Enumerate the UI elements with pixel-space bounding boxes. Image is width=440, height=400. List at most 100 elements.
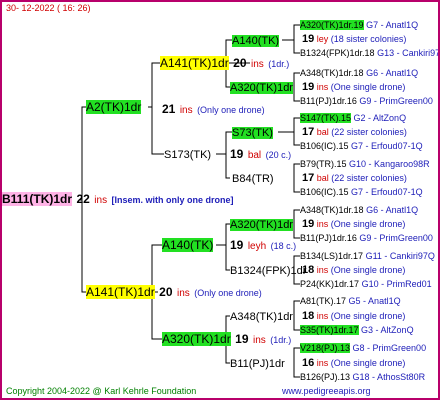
- gen4-row[interactable]: S147(TK).15 G2 - AltZonQ: [300, 111, 406, 125]
- gen4-detail-ins: bal: [316, 127, 329, 137]
- gen4-row[interactable]: A348(TK)1dr.18 G6 - Anatl1Q: [300, 203, 418, 217]
- gen1-lower-note: (Only one drone): [194, 288, 262, 298]
- gen4-row[interactable]: S35(TK)1dr.17 G3 - AltZonQ: [300, 323, 414, 337]
- gen4-row[interactable]: A81(TK).17 G5 - Anatl1Q: [300, 294, 401, 308]
- gen3-d1-node[interactable]: A320(TK)1dr: [230, 217, 293, 232]
- gen4-row[interactable]: B1324(FPK)1dr.18 G13 - Cankiri97Q: [300, 46, 440, 60]
- gen4-detail-row: 19 ins (One single drone): [302, 80, 405, 94]
- gen4-detail-row: 18 ins (One single drone): [302, 309, 405, 323]
- gen4-detail-note: (One single drone): [330, 219, 406, 229]
- gen4-row[interactable]: P24(KK)1dr.17 G10 - PrimRed01: [300, 277, 432, 291]
- copyright-text: Copyright 2004-2022 @ Karl Kehrle Founda…: [6, 386, 197, 396]
- gen4-name: B106(IC).15: [300, 141, 349, 151]
- gen4-detail-ins: ins: [316, 219, 329, 229]
- gen4-name: S147(TK).15: [300, 113, 352, 123]
- gen3-c1-name: S73(TK): [232, 127, 273, 139]
- gen2-d-number: 19: [230, 238, 244, 252]
- gen4-row[interactable]: A320(TK)1dr.19 G7 - Anatl1Q: [300, 18, 418, 32]
- gen4-row[interactable]: B106(IC).15 G7 - Erfoud07-1Q: [300, 139, 423, 153]
- root-queen-ins: ins: [94, 195, 108, 206]
- gen4-detail-note: (22 sister colonies): [331, 127, 407, 137]
- root-queen-name: B111(TK)1dr: [2, 192, 73, 206]
- gen4-code: G18 - AthosSt80R: [352, 372, 426, 382]
- gen3-a2-node[interactable]: A320(TK)1dr: [230, 80, 293, 95]
- gen1-lower-node[interactable]: A141(TK)1dr 20 ins (Only one drone): [86, 285, 262, 301]
- gen4-code: G7 - Erfoud07-1Q: [351, 187, 423, 197]
- gen4-row[interactable]: B126(PJ).13 G18 - AthosSt80R: [300, 370, 425, 384]
- gen4-name: A320(TK)1dr.19: [300, 20, 364, 30]
- gen3-c2-node[interactable]: B84(TR): [232, 171, 274, 186]
- gen2-a-node[interactable]: A141(TK)1dr 20 ins (1dr.): [160, 56, 289, 72]
- gen4-row[interactable]: B11(PJ)1dr.16 G9 - PrimGreen00: [300, 94, 433, 108]
- gen2-d-detail: 19 leyh (18 c.): [230, 238, 296, 254]
- gen3-a1-node[interactable]: A140(TK): [232, 33, 280, 48]
- gen2-c-detail: 19 bal (20 c.): [230, 147, 291, 163]
- gen3-d2-name: B1324(FPK)1dr: [230, 265, 307, 277]
- gen2-a-number: 20: [233, 56, 247, 70]
- root-queen-number: 22: [76, 192, 90, 206]
- gen2-b-node: 21 ins (Only one drone): [162, 102, 265, 118]
- gen3-e2-node[interactable]: B11(PJ)1dr: [230, 356, 285, 371]
- gen4-code: G13 - Cankiri97Q: [377, 48, 440, 58]
- gen4-name: B126(PJ).13: [300, 372, 351, 382]
- gen2-d-ins: leyh: [247, 241, 267, 252]
- gen4-detail-number: 17: [302, 126, 315, 138]
- gen4-row[interactable]: A348(TK)1dr.18 G6 - Anatl1Q: [300, 66, 418, 80]
- gen4-detail-note: (One single drone): [330, 265, 406, 275]
- report-date: 30- 12-2022 ( 16: 26): [6, 3, 91, 13]
- gen1-lower-number: 20: [159, 285, 173, 299]
- gen3-d2-node[interactable]: B1324(FPK)1dr: [230, 263, 306, 278]
- gen4-detail-number: 19: [302, 81, 315, 93]
- gen4-name: B79(TR).15: [300, 159, 347, 169]
- gen4-code: G9 - PrimGreen00: [359, 96, 433, 106]
- gen4-detail-row: 16 ins (One single drone): [302, 356, 405, 370]
- gen2-c-note: (20 c.): [265, 150, 292, 160]
- gen4-detail-ins: ley: [316, 34, 329, 44]
- gen2-b-note: (Only one drone): [197, 105, 265, 115]
- gen3-e1-node[interactable]: A348(TK)1dr: [230, 309, 293, 324]
- gen4-detail-ins: ins: [316, 358, 329, 368]
- gen4-row[interactable]: B134(LS)1dr.17 G11 - Cankiri97Q: [300, 249, 435, 263]
- gen4-detail-note: (18 sister colonies): [330, 34, 407, 44]
- gen2-d-node[interactable]: A140(TK): [162, 238, 214, 252]
- gen4-detail-number: 18: [302, 264, 315, 276]
- gen2-c-node[interactable]: S173(TK): [164, 147, 211, 162]
- gen4-detail-ins: ins: [316, 311, 329, 321]
- gen4-code: G8 - PrimGreen00: [352, 343, 427, 353]
- gen4-name: B1324(FPK)1dr.18: [300, 48, 375, 58]
- gen4-detail-row: 17 bal (22 sister colonies): [302, 171, 407, 185]
- gen4-code: G10 - Kangaroo98R: [349, 159, 430, 169]
- root-queen[interactable]: B111(TK)1dr 22 ins [Insem. with only one…: [2, 192, 234, 208]
- gen2-d-name: A140(TK): [162, 238, 214, 252]
- gen4-name: A348(TK)1dr.18: [300, 205, 364, 215]
- gen4-code: G6 - Anatl1Q: [366, 205, 419, 215]
- gen4-name: B134(LS)1dr.17: [300, 251, 364, 261]
- gen3-c1-node[interactable]: S73(TK): [232, 125, 273, 140]
- gen4-name: S35(TK)1dr.17: [300, 325, 359, 335]
- gen2-d-note: (18 c.): [270, 241, 297, 251]
- gen4-detail-number: 18: [302, 310, 315, 322]
- root-queen-note: [Insem. with only one drone]: [111, 195, 234, 205]
- gen2-c-ins: bal: [247, 150, 262, 161]
- gen4-detail-number: 19: [302, 218, 315, 230]
- gen4-code: G3 - AltZonQ: [361, 325, 414, 335]
- gen3-e1-name: A348(TK)1dr: [230, 311, 293, 323]
- gen2-e-node[interactable]: A320(TK)1dr 19 ins (1dr.): [162, 332, 291, 348]
- gen4-detail-number: 16: [302, 357, 315, 369]
- gen2-c-number: 19: [230, 147, 244, 161]
- gen2-b-number: 21: [162, 102, 176, 116]
- gen4-row[interactable]: B106(IC).15 G7 - Erfoud07-1Q: [300, 185, 423, 199]
- gen4-name: A81(TK).17: [300, 296, 347, 306]
- gen1-upper-node[interactable]: A2(TK)1dr: [86, 100, 142, 114]
- gen4-detail-note: (22 sister colonies): [331, 173, 407, 183]
- gen4-name: A348(TK)1dr.18: [300, 68, 364, 78]
- site-link[interactable]: www.pedigreeapis.org: [282, 386, 371, 396]
- gen2-a-note: (1dr.): [268, 59, 290, 69]
- gen4-row[interactable]: V218(PJ).13 G8 - PrimGreen00: [300, 341, 426, 355]
- gen3-a2-name: A320(TK)1dr: [230, 82, 293, 94]
- gen4-name: B106(IC).15: [300, 187, 349, 197]
- gen4-detail-note: (One single drone): [330, 82, 406, 92]
- gen4-row[interactable]: B79(TR).15 G10 - Kangaroo98R: [300, 157, 430, 171]
- gen4-detail-row: 17 bal (22 sister colonies): [302, 125, 407, 139]
- gen4-row[interactable]: B11(PJ)1dr.16 G9 - PrimGreen00: [300, 231, 433, 245]
